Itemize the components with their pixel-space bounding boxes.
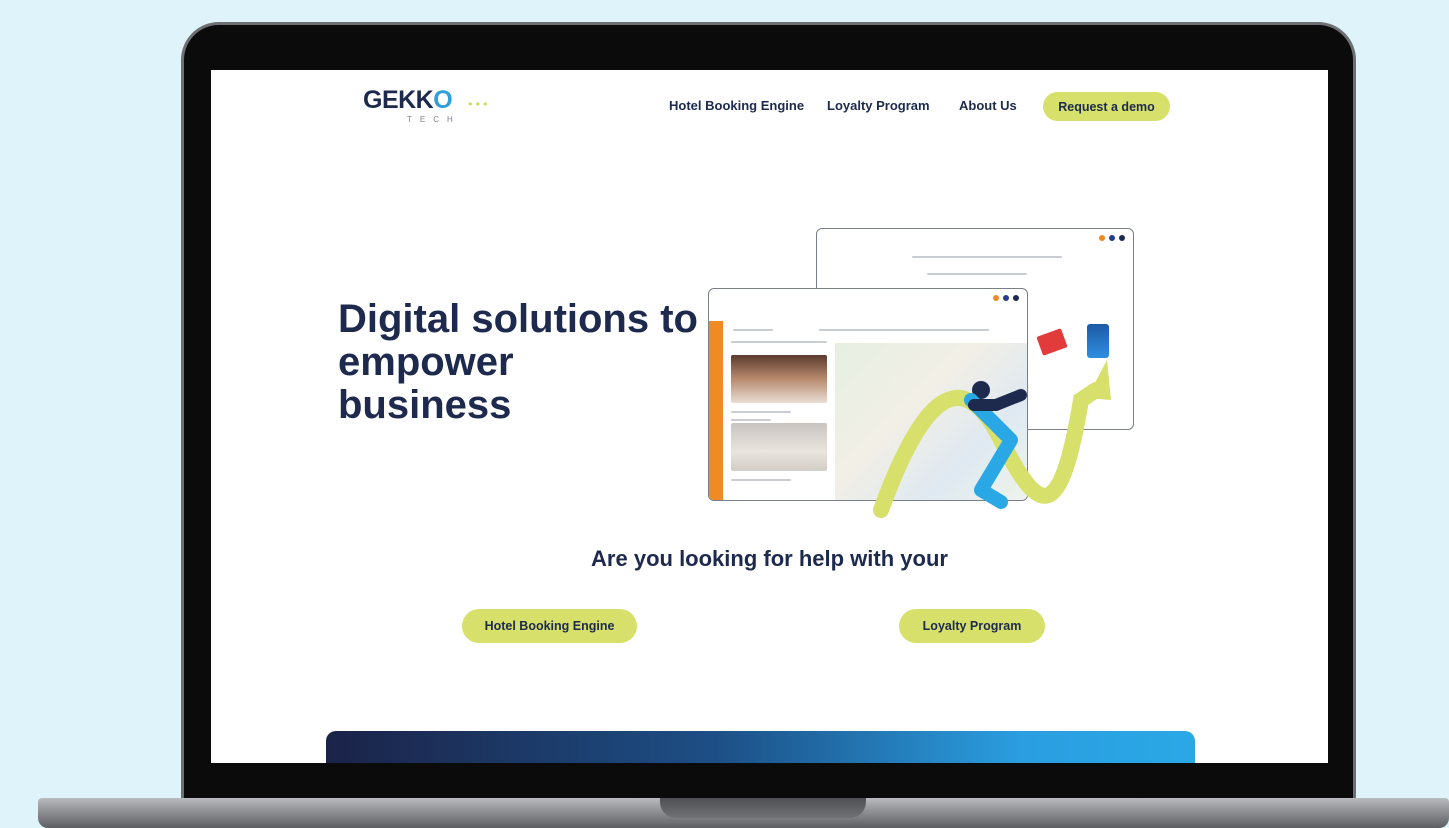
help-question: Are you looking for help with your — [591, 546, 948, 571]
loyalty-program-button[interactable]: Loyalty Program — [899, 609, 1045, 643]
growth-arrow-icon — [873, 360, 1111, 518]
laptop-notch — [660, 798, 866, 818]
gradient-banner — [326, 731, 1195, 763]
request-demo-button[interactable]: Request a demo — [1043, 92, 1170, 121]
nav-about-us[interactable]: About Us — [959, 98, 1017, 113]
hero-headline: Digital solutions to empower business — [338, 297, 698, 427]
sidebar-strip — [709, 321, 723, 500]
logo-dots-icon: ••• — [467, 98, 490, 111]
gekko-logo[interactable]: GEKKO ••• TECH — [363, 86, 493, 128]
nav-hotel-booking-engine[interactable]: Hotel Booking Engine — [669, 98, 804, 113]
browser-screen: GEKKO ••• TECH Hotel Booking Engine Loya… — [211, 70, 1328, 763]
hotel-booking-engine-button[interactable]: Hotel Booking Engine — [462, 609, 637, 643]
nav-loyalty-program[interactable]: Loyalty Program — [827, 98, 930, 113]
logo-subtitle: TECH — [407, 115, 461, 124]
